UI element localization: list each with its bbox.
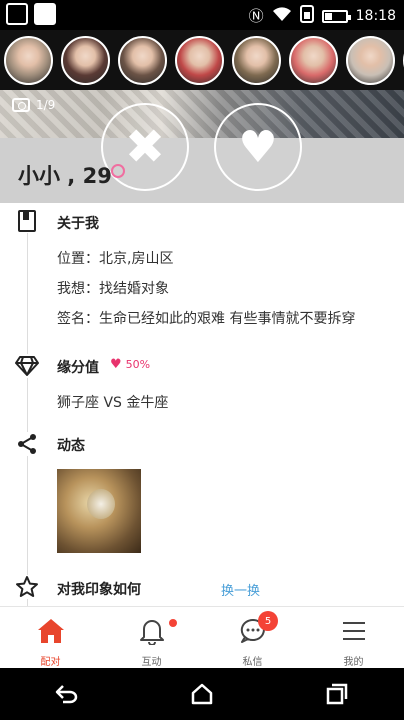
moments-title: 动态 bbox=[57, 438, 85, 454]
nfc-icon: Ⓝ bbox=[248, 7, 264, 25]
system-nav-bar bbox=[0, 668, 404, 720]
home-nav-icon bbox=[191, 683, 213, 705]
heart-icon: ♥ bbox=[238, 121, 278, 173]
heart-icon: ♥ bbox=[110, 357, 122, 372]
avatar-5[interactable] bbox=[232, 35, 281, 85]
photo-counter-text: 1/9 bbox=[36, 98, 56, 112]
recents-button[interactable] bbox=[317, 674, 357, 714]
notification-icon bbox=[6, 3, 28, 25]
avatar-2[interactable] bbox=[61, 35, 110, 85]
camera-icon bbox=[12, 98, 30, 112]
profile-hero: 1/9 ✖ ♥ 小小 , 29 bbox=[0, 90, 404, 203]
menu-icon bbox=[340, 617, 368, 645]
profile-content[interactable]: 关于我 位置：北京,房山区 我想：找结婚对象 签名：生命已经如此的艰难 有些事情… bbox=[0, 203, 404, 606]
nav-interact[interactable]: 互动 bbox=[101, 607, 202, 668]
notification-icon bbox=[34, 3, 56, 25]
diamond-icon bbox=[15, 354, 39, 378]
battery-icon bbox=[321, 9, 351, 23]
avatar-4[interactable] bbox=[175, 35, 224, 85]
avatar-1[interactable] bbox=[4, 35, 53, 85]
sim-icon bbox=[299, 5, 314, 27]
nav-messages[interactable]: 5 私信 bbox=[202, 607, 303, 668]
impression-title: 对我印象如何 bbox=[57, 582, 141, 598]
nav-interact-label: 互动 bbox=[141, 657, 162, 668]
wifi-icon bbox=[272, 6, 292, 26]
nav-mine-label: 我的 bbox=[343, 657, 364, 668]
photo-counter: 1/9 bbox=[12, 98, 55, 112]
about-location: 位置：北京,房山区 bbox=[57, 251, 174, 267]
status-right: Ⓝ 18:18 bbox=[249, 5, 396, 27]
back-button[interactable] bbox=[47, 674, 87, 714]
timeline-line bbox=[27, 233, 28, 606]
star-icon bbox=[15, 575, 39, 599]
battery-level bbox=[324, 12, 333, 20]
bottom-nav: 配对 互动 5 私信 我的 bbox=[0, 606, 404, 668]
moment-photo[interactable] bbox=[57, 469, 141, 553]
book-icon bbox=[15, 209, 39, 233]
status-time: 18:18 bbox=[355, 8, 396, 24]
match-score: ♥ 50% bbox=[110, 357, 150, 372]
about-title: 关于我 bbox=[57, 216, 99, 232]
status-bar: Ⓝ 18:18 bbox=[0, 0, 404, 30]
refresh-impressions-link[interactable]: 换一换 bbox=[221, 580, 260, 599]
avatar-3[interactable] bbox=[118, 35, 167, 85]
unread-dot bbox=[169, 619, 177, 627]
recents-icon bbox=[326, 683, 347, 705]
nav-match-label: 配对 bbox=[40, 657, 61, 668]
home-button[interactable] bbox=[182, 674, 222, 714]
female-gender-icon bbox=[111, 164, 125, 178]
match-title: 缘分值 bbox=[57, 360, 99, 376]
profile-name-age: 小小 , 29 bbox=[18, 164, 112, 188]
share-icon bbox=[15, 432, 39, 456]
avatar-7[interactable] bbox=[346, 35, 395, 85]
back-icon bbox=[56, 685, 78, 704]
nav-match[interactable]: 配对 bbox=[0, 607, 101, 668]
about-signature: 签名：生命已经如此的艰难 有些事情就不要拆穿 bbox=[57, 311, 356, 327]
avatar-strip[interactable] bbox=[0, 30, 404, 90]
about-seeking: 我想：找结婚对象 bbox=[57, 281, 169, 297]
nav-messages-label: 私信 bbox=[242, 657, 263, 668]
like-button[interactable]: ♥ bbox=[214, 103, 302, 191]
reject-button[interactable]: ✖ bbox=[101, 103, 189, 191]
bell-icon bbox=[138, 617, 166, 645]
home-icon bbox=[37, 617, 65, 645]
close-icon: ✖ bbox=[124, 119, 166, 175]
nav-mine[interactable]: 我的 bbox=[303, 607, 404, 668]
avatar-6[interactable] bbox=[289, 35, 338, 85]
status-notifications bbox=[6, 3, 56, 25]
zodiac-match: 狮子座 VS 金牛座 bbox=[57, 395, 169, 411]
profile-photo[interactable] bbox=[0, 90, 404, 138]
message-count-badge: 5 bbox=[258, 611, 278, 631]
match-percent: 50% bbox=[125, 358, 151, 371]
